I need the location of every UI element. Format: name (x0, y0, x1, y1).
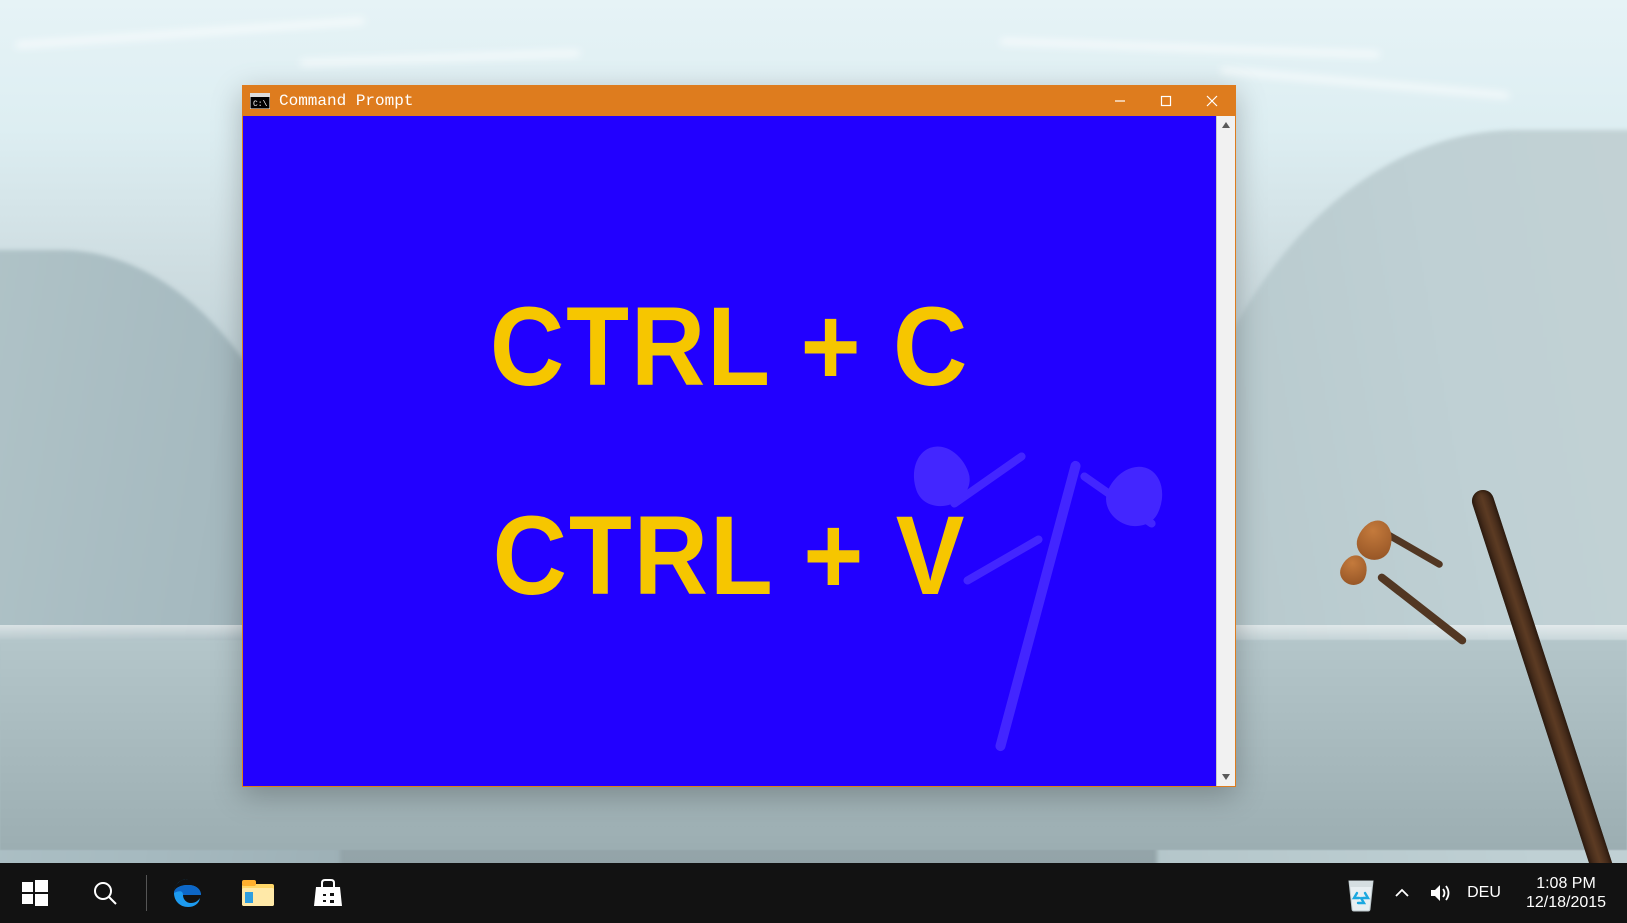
overlay-text-line1: CTRL + C (490, 282, 969, 411)
command-prompt-icon: C:\ (249, 92, 271, 110)
windows-logo-icon (22, 880, 48, 906)
chevron-up-icon (1394, 885, 1410, 901)
start-button[interactable] (0, 863, 70, 923)
minimize-button[interactable] (1097, 86, 1143, 116)
clock-time: 1:08 PM (1511, 874, 1621, 893)
wallpaper-decoration (300, 50, 580, 66)
window-body: CTRL + C CTRL + V (243, 116, 1235, 786)
edge-icon (171, 876, 205, 910)
wallpaper-decoration (1220, 67, 1509, 98)
system-tray: DEU 1:08 PM 12/18/2015 (1341, 863, 1627, 923)
taskbar-divider (146, 875, 147, 911)
recycle-bin-icon (1344, 873, 1378, 913)
tray-overflow-button[interactable] (1385, 863, 1419, 923)
scroll-down-button[interactable] (1217, 768, 1235, 786)
desktop: C:\ Command Prompt CTRL + C CTRL + V (0, 0, 1627, 923)
console-area[interactable]: CTRL + C CTRL + V (243, 116, 1216, 786)
overlay-text-line2: CTRL + V (493, 491, 967, 620)
scroll-up-button[interactable] (1217, 116, 1235, 134)
wallpaper-decoration (1000, 38, 1380, 57)
taskbar-app-file-explorer[interactable] (223, 863, 293, 923)
taskbar-app-windows-store[interactable] (293, 863, 363, 923)
search-button[interactable] (70, 863, 140, 923)
close-button[interactable] (1189, 86, 1235, 116)
command-prompt-window[interactable]: C:\ Command Prompt CTRL + C CTRL + V (242, 85, 1236, 787)
window-title: Command Prompt (279, 92, 413, 110)
clock-button[interactable]: 1:08 PM 12/18/2015 (1511, 874, 1621, 912)
taskbar: DEU 1:08 PM 12/18/2015 (0, 863, 1627, 923)
clock-date: 12/18/2015 (1511, 893, 1621, 912)
taskbar-app-edge[interactable] (153, 863, 223, 923)
vertical-scrollbar[interactable] (1216, 116, 1235, 786)
recycle-bin-button[interactable] (1341, 863, 1381, 923)
volume-icon (1428, 881, 1452, 905)
store-icon (312, 877, 344, 909)
wallpaper-decoration (15, 18, 365, 48)
svg-text:C:\: C:\ (253, 100, 268, 109)
file-explorer-icon (241, 878, 275, 908)
window-titlebar[interactable]: C:\ Command Prompt (243, 86, 1235, 116)
volume-button[interactable] (1423, 863, 1457, 923)
language-indicator[interactable]: DEU (1461, 884, 1507, 902)
maximize-button[interactable] (1143, 86, 1189, 116)
search-icon (92, 880, 118, 906)
